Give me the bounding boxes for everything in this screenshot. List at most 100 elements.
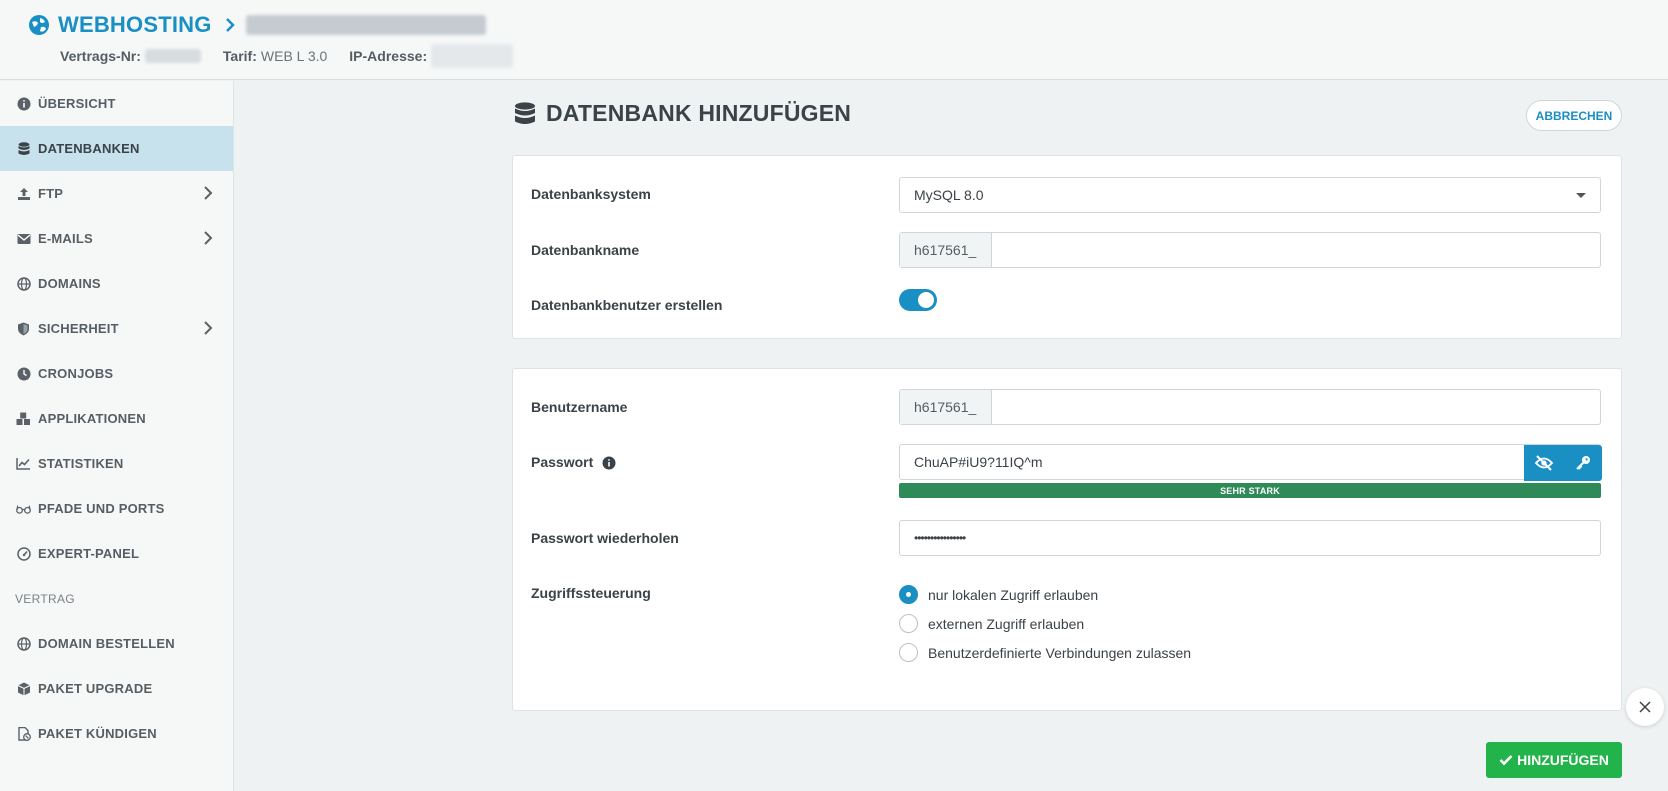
key-icon (1575, 456, 1590, 470)
info-icon (16, 96, 31, 111)
check-icon (1499, 755, 1513, 766)
password-repeat-label: Passwort wiederholen (531, 530, 679, 546)
password-field: ChuAP#iU9?11IQ^m (899, 444, 1602, 481)
access-option-local[interactable]: nur lokalen Zugriff erlauben (899, 585, 1098, 604)
access-control-label: Zugriffssteuerung (531, 585, 651, 601)
top-header: WEBHOSTING Vertrags-Nr: Tarif: WEB L 3.0… (0, 0, 1668, 80)
password-strength-bar: SEHR STARK (899, 483, 1601, 498)
contract-meta: Vertrags-Nr: Tarif: WEB L 3.0 IP-Adresse… (60, 44, 514, 68)
database-icon (515, 101, 535, 124)
sidebar-item-emails[interactable]: E-MAILS (0, 216, 233, 261)
password-label: Passwort (531, 454, 594, 470)
tariff-label: Tarif: (222, 48, 257, 64)
sidebar-item-paket-upgrade[interactable]: PAKET UPGRADE (0, 666, 233, 711)
sidebar-item-label: FTP (38, 186, 64, 201)
contract-number-redacted (144, 49, 201, 63)
radio-unselected[interactable] (899, 643, 918, 662)
submit-add-label: HINZUFÜGEN (1517, 752, 1609, 768)
clock-icon (16, 366, 31, 381)
sidebar-item-sicherheit[interactable]: SICHERHEIT (0, 306, 233, 351)
gauge-icon (16, 546, 31, 561)
database-system-label: Datenbanksystem (531, 186, 651, 202)
close-button[interactable] (1626, 688, 1664, 726)
database-settings-card: Datenbanksystem MySQL 8.0 Datenbankname … (512, 155, 1622, 339)
upload-icon (16, 186, 31, 201)
sidebar-item-label: DATENBANKEN (38, 141, 140, 156)
database-name-label: Datenbankname (531, 242, 640, 258)
generate-password-button[interactable] (1563, 445, 1602, 481)
cubes-icon (16, 411, 31, 426)
sidebar-item-ftp[interactable]: FTP (0, 171, 233, 216)
sidebar-item-uebersicht[interactable]: ÜBERSICHT (0, 81, 233, 126)
sidebar-item-label: CRONJOBS (38, 366, 114, 381)
database-name-prefix: h617561_ (900, 233, 992, 267)
chevron-right-icon (204, 186, 213, 200)
box-icon (16, 681, 31, 696)
toggle-password-visibility-button[interactable] (1524, 445, 1563, 481)
breadcrumb-domain-redacted[interactable] (245, 15, 486, 35)
sidebar-item-pfade-und-ports[interactable]: PFADE UND PORTS (0, 486, 233, 531)
access-option-external[interactable]: externen Zugriff erlauben (899, 614, 1084, 633)
sidebar-section-vertrag: VERTRAG (15, 591, 75, 606)
chevron-right-icon (225, 18, 235, 32)
file-cancel-icon (16, 726, 31, 741)
access-option-custom[interactable]: Benutzerdefinierte Verbindungen zulassen (899, 643, 1191, 662)
breadcrumb: WEBHOSTING (28, 12, 486, 38)
globe-logo-icon (29, 15, 49, 35)
database-name-input[interactable] (992, 233, 1600, 267)
tariff-value: WEB L 3.0 (260, 48, 328, 64)
page-title: DATENBANK HINZUFÜGEN (546, 100, 852, 126)
sidebar-item-cronjobs[interactable]: CRONJOBS (0, 351, 233, 396)
password-repeat-input: •••••••••••••••• (914, 531, 966, 545)
contract-number-label: Vertrags-Nr: (60, 48, 141, 64)
password-repeat-field[interactable]: •••••••••••••••• (899, 520, 1601, 556)
password-input[interactable]: ChuAP#iU9?11IQ^m (900, 454, 1524, 470)
globe-icon (16, 276, 31, 291)
radio-selected[interactable] (899, 585, 918, 604)
sidebar-item-domain-bestellen[interactable]: DOMAIN BESTELLEN (0, 621, 233, 666)
database-icon (16, 141, 31, 156)
globe-icon (16, 636, 31, 651)
sidebar-item-label: PFADE UND PORTS (38, 501, 165, 516)
sidebar-item-expert-panel[interactable]: EXPERT-PANEL (0, 531, 233, 576)
sidebar-item-applikationen[interactable]: APPLIKATIONEN (0, 396, 233, 441)
sidebar-item-label: ÜBERSICHT (38, 96, 116, 111)
page-title-row: DATENBANK HINZUFÜGEN (514, 100, 851, 127)
eye-slash-icon (1534, 455, 1553, 471)
user-settings-card: Benutzername h617561_ Passwort ChuAP#iU9… (512, 368, 1622, 711)
database-system-value: MySQL 8.0 (914, 187, 984, 203)
access-option-label: externen Zugriff erlauben (928, 615, 1085, 632)
sidebar: ÜBERSICHT DATENBANKEN FTP E-MAILS DOMAIN… (0, 81, 234, 791)
sidebar-item-label: PAKET KÜNDIGEN (38, 726, 157, 741)
sidebar-item-label: DOMAINS (38, 276, 101, 291)
chevron-right-icon (204, 321, 213, 335)
sidebar-item-domains[interactable]: DOMAINS (0, 261, 233, 306)
brand-title[interactable]: WEBHOSTING (58, 12, 212, 38)
info-icon[interactable] (602, 456, 616, 470)
ip-label: IP-Adresse: (349, 48, 428, 64)
shield-icon (16, 321, 31, 336)
password-label-wrap: Passwort (531, 454, 616, 470)
sidebar-item-paket-kuendigen[interactable]: PAKET KÜNDIGEN (0, 711, 233, 756)
envelope-icon (16, 231, 31, 246)
username-field: h617561_ (899, 389, 1601, 425)
sidebar-item-datenbanken[interactable]: DATENBANKEN (0, 126, 233, 171)
chart-line-icon (16, 456, 31, 471)
cancel-button[interactable]: ABBRECHEN (1526, 100, 1622, 131)
username-input[interactable] (992, 390, 1600, 424)
create-user-toggle[interactable] (899, 289, 937, 311)
sidebar-item-label: SICHERHEIT (38, 321, 119, 336)
database-system-select[interactable]: MySQL 8.0 (899, 177, 1601, 213)
radio-unselected[interactable] (899, 614, 918, 633)
sidebar-item-label: STATISTIKEN (38, 456, 124, 471)
submit-add-button[interactable]: HINZUFÜGEN (1486, 742, 1622, 778)
access-option-label: nur lokalen Zugriff erlauben (928, 586, 1099, 603)
sidebar-item-statistiken[interactable]: STATISTIKEN (0, 441, 233, 486)
caret-down-icon (1576, 193, 1586, 198)
chevron-right-icon (204, 231, 213, 245)
sidebar-item-label: EXPERT-PANEL (38, 546, 140, 561)
sidebar-item-label: APPLIKATIONEN (38, 411, 146, 426)
ip-address-redacted (431, 44, 514, 68)
sidebar-item-label: E-MAILS (38, 231, 93, 246)
access-option-label: Benutzerdefinierte Verbindungen zulassen (928, 644, 1192, 661)
